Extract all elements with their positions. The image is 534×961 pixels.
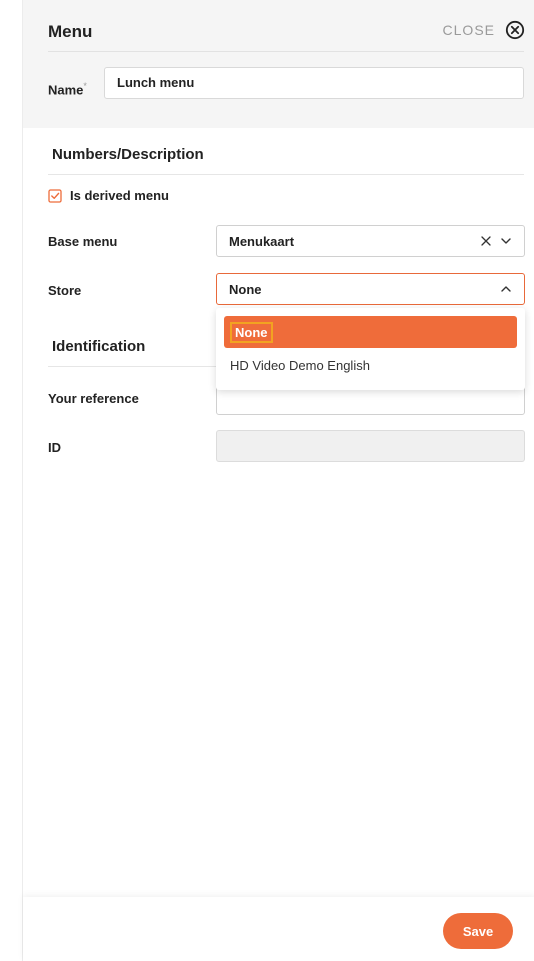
clear-icon[interactable] bbox=[480, 235, 492, 247]
panel-title: Menu bbox=[48, 22, 93, 41]
section-title-identification: Identification bbox=[52, 338, 146, 355]
store-option-hd-video-demo[interactable]: HD Video Demo English bbox=[224, 348, 517, 382]
your-reference-label: Your reference bbox=[48, 391, 139, 406]
base-menu-value: Menukaart bbox=[229, 233, 295, 249]
name-label: Name* bbox=[48, 81, 87, 98]
section-divider bbox=[48, 174, 524, 175]
id-label: ID bbox=[48, 440, 61, 455]
id-field bbox=[216, 430, 525, 462]
store-dropdown-menu: None HD Video Demo English bbox=[216, 308, 525, 390]
store-value: None bbox=[229, 281, 262, 297]
store-select[interactable]: None bbox=[216, 273, 525, 305]
menu-edit-panel: Menu CLOSE Name* Lunch menu Numbers/Desc… bbox=[22, 0, 534, 961]
header-divider bbox=[48, 51, 524, 52]
base-menu-label: Base menu bbox=[48, 234, 118, 249]
store-option-none[interactable]: None bbox=[224, 316, 517, 348]
panel-footer: Save bbox=[23, 897, 534, 961]
derived-menu-label: Is derived menu bbox=[70, 188, 169, 203]
chevron-down-icon[interactable] bbox=[500, 235, 512, 247]
name-input[interactable]: Lunch menu bbox=[104, 67, 524, 99]
checkbox-checked-icon bbox=[48, 188, 62, 203]
close-label: CLOSE bbox=[442, 22, 495, 38]
circle-x-icon bbox=[505, 20, 525, 40]
base-menu-select[interactable]: Menukaart bbox=[216, 225, 525, 257]
header-band: Menu CLOSE Name* Lunch menu bbox=[23, 0, 534, 128]
derived-menu-checkbox[interactable]: Is derived menu bbox=[48, 188, 169, 203]
store-label: Store bbox=[48, 283, 82, 298]
section-title-numbers: Numbers/Description bbox=[52, 146, 204, 163]
chevron-up-icon[interactable] bbox=[500, 283, 512, 295]
required-marker: * bbox=[83, 81, 87, 91]
close-button[interactable]: CLOSE bbox=[443, 20, 525, 40]
save-button[interactable]: Save bbox=[443, 913, 513, 949]
